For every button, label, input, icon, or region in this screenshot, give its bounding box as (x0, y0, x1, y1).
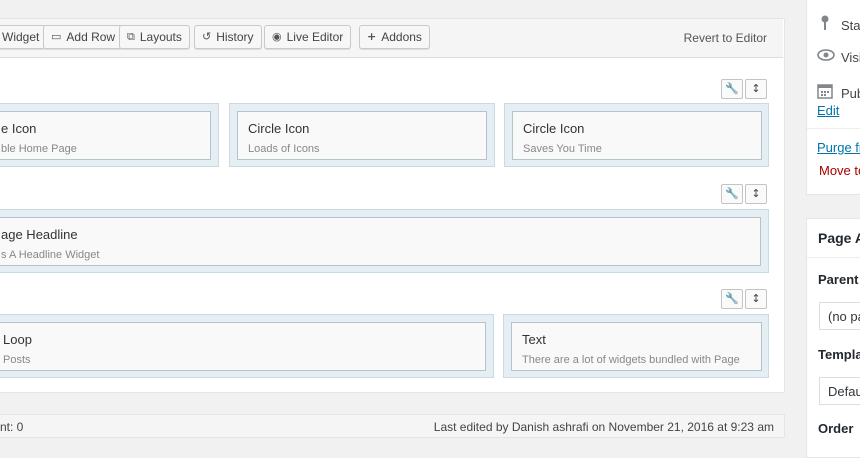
order-label: Order (818, 421, 854, 436)
template-select[interactable]: Defau (819, 377, 860, 405)
builder-toolbar: Widget ▭ Add Row ⧉ Layouts ↺ History ◉ L… (0, 19, 783, 58)
widget-circle-icon-1[interactable]: e Icon ble Home Page (0, 111, 211, 160)
eye-icon: ◉ (272, 30, 282, 43)
calendar-icon (817, 83, 833, 103)
layouts-icon: ⧉ (127, 30, 135, 43)
parent-label: Parent (818, 272, 859, 287)
editor-status-bar: nt: 0 Last edited by Danish ashrafi on N… (0, 414, 785, 438)
addons-button[interactable]: + Addons (359, 25, 430, 49)
row-settings-icon[interactable]: 🔧 (721, 79, 743, 99)
status-row: Sta (817, 15, 860, 35)
published-row: Pub (817, 83, 860, 103)
visibility-row: Visi (817, 49, 860, 65)
revert-to-editor-link[interactable]: Revert to Editor (684, 31, 767, 45)
eye-icon (817, 49, 835, 65)
add-row-button[interactable]: ▭ Add Row (43, 25, 124, 49)
row-move-icon[interactable]: ↕ (745, 184, 767, 204)
move-to-trash-link[interactable]: Move to (819, 163, 860, 178)
history-icon: ↺ (202, 30, 212, 43)
row3-cell1: Loop Posts (0, 314, 494, 378)
page-builder-panel: Widget ▭ Add Row ⧉ Layouts ↺ History ◉ L… (0, 18, 785, 393)
pin-icon (817, 15, 833, 35)
page-attributes-box: Page A Parent (no pa Templa Defau Order (806, 218, 860, 458)
widget-circle-icon-2[interactable]: Circle Icon Loads of Icons (237, 111, 487, 160)
publish-box: Sta Visi Pub Edit Purge fr Move to (806, 0, 860, 195)
plus-icon: + (367, 30, 377, 43)
live-editor-button[interactable]: ◉ Live Editor (264, 25, 352, 49)
purge-cache-link[interactable]: Purge fr (817, 140, 860, 155)
add-widget-button[interactable]: Widget (0, 25, 48, 49)
row1-cell3: Circle Icon Saves You Time (504, 103, 769, 167)
word-count: nt: 0 (0, 420, 24, 434)
template-label: Templa (818, 347, 860, 362)
parent-select[interactable]: (no pa (819, 302, 860, 330)
row-settings-icon[interactable]: 🔧 (721, 184, 743, 204)
widget-text[interactable]: Text There are a lot of widgets bundled … (511, 322, 762, 371)
last-edited: Last edited by Danish ashrafi on Novembe… (433, 420, 774, 434)
widget-headline[interactable]: age Headline s A Headline Widget (0, 217, 761, 266)
row-move-icon[interactable]: ↕ (745, 289, 767, 309)
add-row-icon: ▭ (51, 30, 62, 43)
row-move-icon[interactable]: ↕ (745, 79, 767, 99)
history-button[interactable]: ↺ History (194, 25, 262, 49)
page-attributes-header[interactable]: Page A (807, 219, 860, 258)
edit-publish-date-link[interactable]: Edit (817, 103, 839, 118)
widget-post-loop[interactable]: Loop Posts (0, 322, 486, 371)
row-settings-icon[interactable]: 🔧 (721, 289, 743, 309)
layouts-button[interactable]: ⧉ Layouts (119, 25, 190, 49)
row2-cell1: age Headline s A Headline Widget (0, 209, 769, 273)
widget-circle-icon-3[interactable]: Circle Icon Saves You Time (512, 111, 762, 160)
page-attributes-title: Page A (818, 230, 860, 246)
row3-cell2: Text There are a lot of widgets bundled … (503, 314, 769, 378)
row1-cell1: e Icon ble Home Page (0, 103, 219, 167)
divider (807, 128, 860, 129)
row1-cell2: Circle Icon Loads of Icons (229, 103, 495, 167)
